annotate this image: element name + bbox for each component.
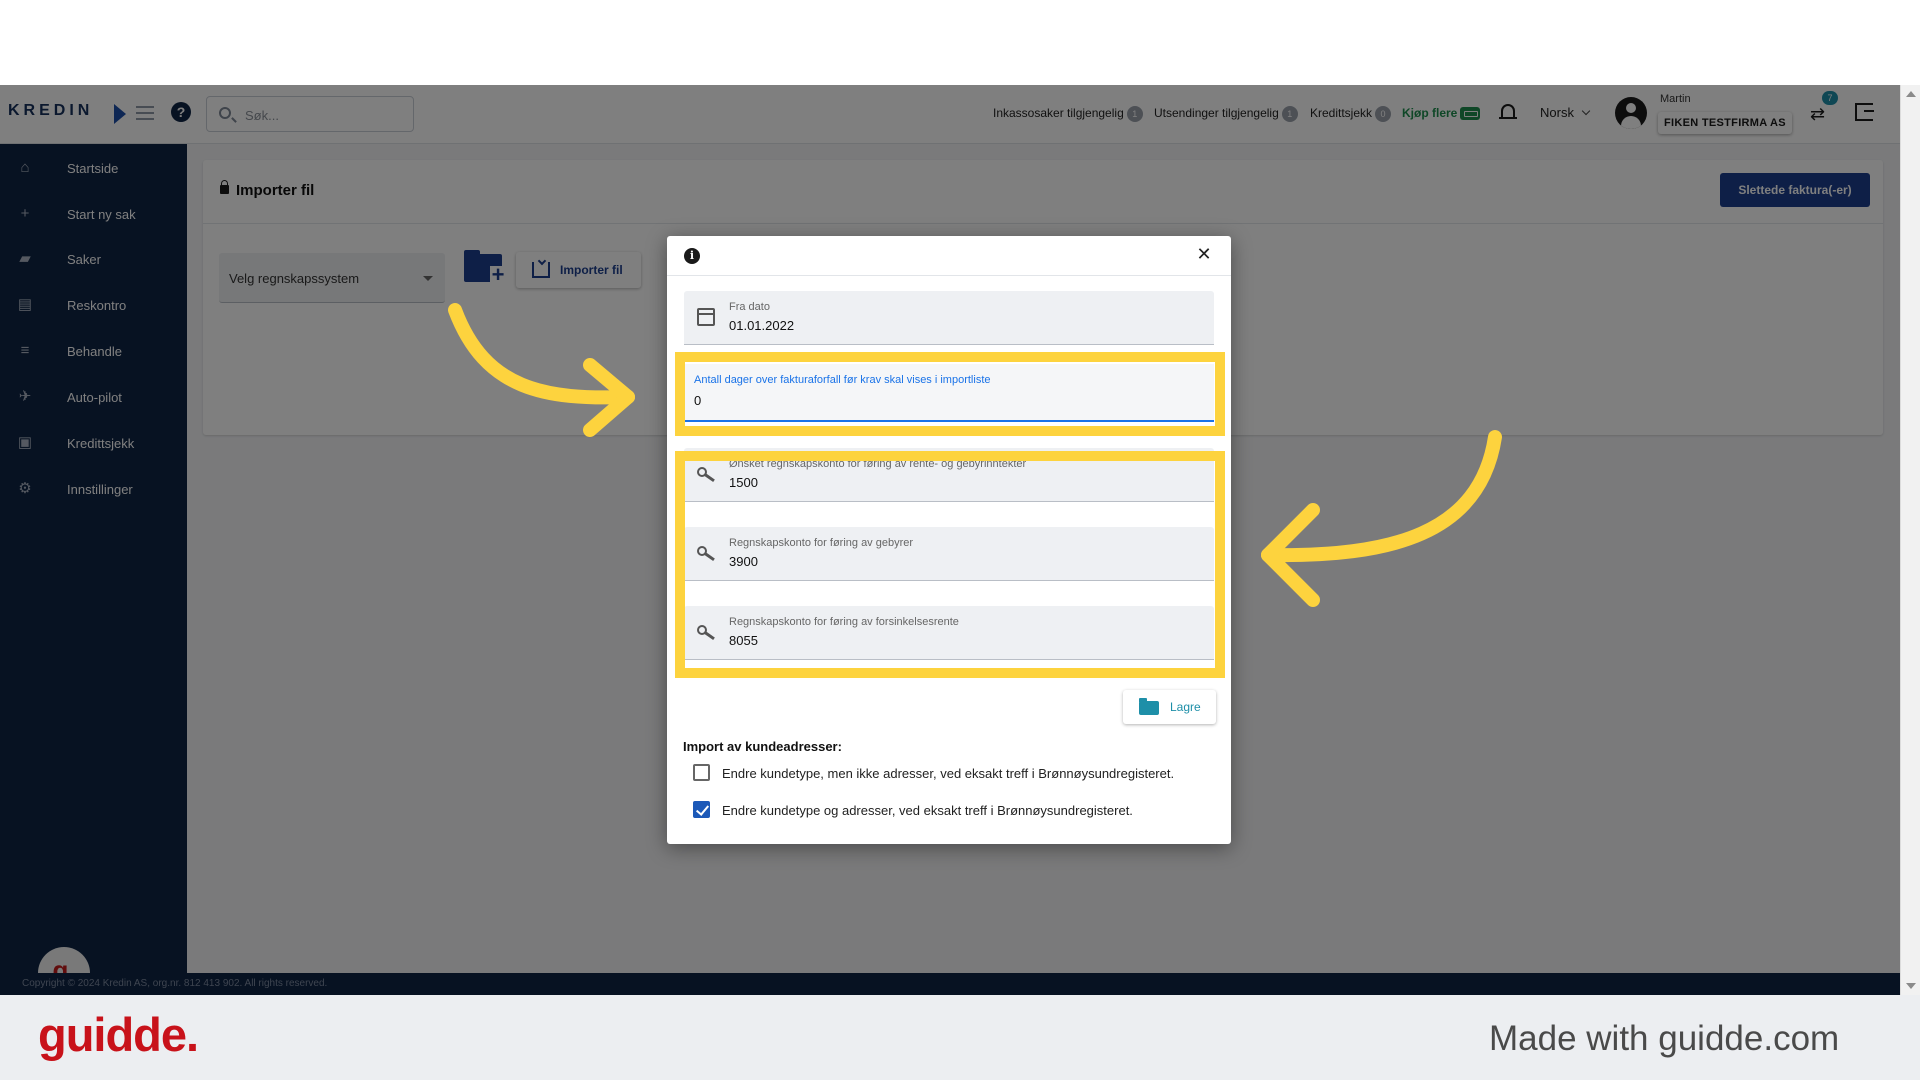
calendar-icon bbox=[697, 308, 715, 326]
app-window: KREDIN ? Inkassosaker tilgjengelig1 Utse… bbox=[0, 85, 1920, 995]
from-date-field[interactable]: Fra dato 01.01.2022 bbox=[684, 291, 1214, 345]
folder-icon bbox=[1139, 698, 1159, 715]
info-icon: i bbox=[684, 248, 700, 264]
page-scrollbar[interactable] bbox=[1900, 85, 1920, 995]
field-value: 01.01.2022 bbox=[729, 318, 795, 333]
highlight-account-fields bbox=[675, 451, 1225, 678]
checkbox-label: Endre kundetype, men ikke adresser, ved … bbox=[722, 766, 1175, 781]
checkbox-label: Endre kundetype og adresser, ved eksakt … bbox=[722, 803, 1133, 818]
scroll-down-icon[interactable] bbox=[1906, 983, 1916, 989]
save-button-label: Lagre bbox=[1170, 700, 1201, 714]
guidde-logo: guidde. bbox=[38, 1008, 199, 1061]
scroll-up-icon[interactable] bbox=[1906, 91, 1916, 97]
import-addresses-title: Import av kundeadresser: bbox=[683, 739, 842, 754]
checkbox[interactable] bbox=[693, 764, 710, 781]
dialog-header: i ✕ bbox=[667, 236, 1231, 276]
save-button[interactable]: Lagre bbox=[1123, 690, 1216, 724]
guidde-footer: guidde. Made with guidde.com bbox=[0, 995, 1920, 1080]
checkbox-checked[interactable] bbox=[693, 801, 710, 818]
close-icon[interactable]: ✕ bbox=[1194, 244, 1214, 264]
screen: KREDIN ? Inkassosaker tilgjengelig1 Utse… bbox=[0, 0, 1920, 1080]
field-label: Fra dato bbox=[729, 301, 770, 313]
highlight-days-field bbox=[675, 352, 1225, 436]
made-with-text: Made with guidde.com bbox=[1489, 1019, 1840, 1058]
